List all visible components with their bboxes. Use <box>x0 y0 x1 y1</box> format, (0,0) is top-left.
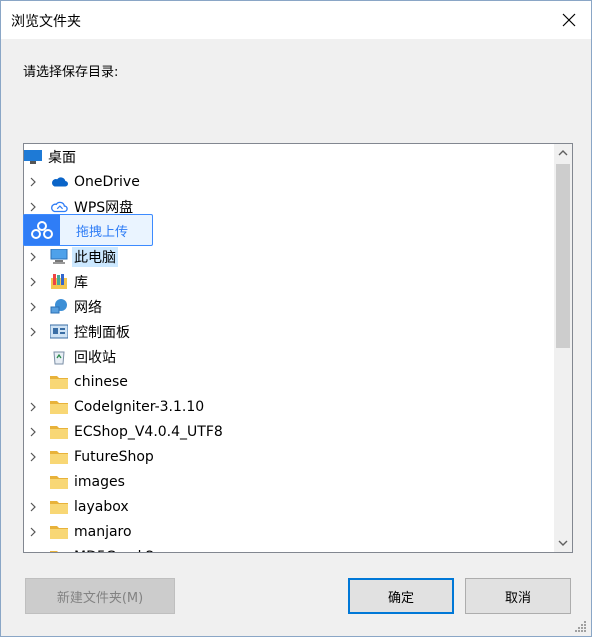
browse-folder-dialog: 浏览文件夹 请选择保存目录: 桌面 OneDrive WPS网盘 此电脑库网络 控制面板… <box>0 0 592 637</box>
desktop-icon <box>24 149 42 165</box>
chevron-right-icon[interactable] <box>28 425 38 439</box>
folder-icon <box>50 474 68 490</box>
tree-item[interactable]: MD5Crack2 <box>24 544 554 553</box>
wps-cloud-badge <box>24 215 60 245</box>
tree-item[interactable]: images <box>24 469 554 494</box>
tree-item[interactable]: manjaro <box>24 519 554 544</box>
chevron-right-icon[interactable] <box>28 300 38 314</box>
recycle-bin-icon <box>50 349 68 365</box>
close-button[interactable] <box>555 7 583 33</box>
tree-item-label: chinese <box>74 373 128 390</box>
tree-item[interactable]: 此电脑 <box>24 244 554 269</box>
drag-upload-label: 拖拽上传 <box>76 224 129 240</box>
scroll-up-button[interactable] <box>554 144 572 162</box>
tree-item-label: 库 <box>74 274 88 291</box>
folder-icon <box>50 374 68 390</box>
chevron-right-icon[interactable] <box>28 200 38 214</box>
folder-tree[interactable]: 桌面 OneDrive WPS网盘 此电脑库网络 控制面板 回收站 chinese CodeI… <box>23 143 573 553</box>
library-icon <box>50 274 68 290</box>
prompt-label: 请选择保存目录: <box>23 65 119 80</box>
tree-item[interactable]: CodeIgniter-3.1.10 <box>24 394 554 419</box>
folder-icon <box>50 524 68 540</box>
tree-item[interactable]: 回收站 <box>24 344 554 369</box>
wps-cloud-icon <box>50 199 68 215</box>
chevron-right-icon[interactable] <box>28 175 38 189</box>
folder-icon <box>50 449 68 465</box>
chevron-right-icon[interactable] <box>28 450 38 464</box>
network-icon <box>50 299 68 315</box>
chevron-up-icon <box>558 150 568 156</box>
tree-item-label: MD5Crack2 <box>74 549 155 553</box>
vertical-scrollbar[interactable] <box>554 144 572 552</box>
tree-item-label: manjaro <box>74 523 132 540</box>
chevron-right-icon[interactable] <box>28 500 38 514</box>
tree-item-label: 网络 <box>74 299 102 316</box>
new-folder-button[interactable]: 新建文件夹(M) <box>25 578 175 614</box>
cancel-button[interactable]: 取消 <box>465 578 571 614</box>
tree-item-label: 桌面 <box>48 149 76 166</box>
chevron-down-icon <box>558 540 568 546</box>
tree-item[interactable]: 控制面板 <box>24 319 554 344</box>
wps-link-icon <box>31 221 53 239</box>
close-icon <box>562 13 576 27</box>
tree-item-label: ECShop_V4.0.4_UTF8 <box>74 423 223 440</box>
tree-item-label: 回收站 <box>74 349 116 366</box>
tree-item[interactable]: chinese <box>24 369 554 394</box>
chevron-right-icon[interactable] <box>28 275 38 289</box>
tree-item[interactable]: 库 <box>24 269 554 294</box>
ok-button[interactable]: 确定 <box>348 578 454 614</box>
tree-item-label: OneDrive <box>74 173 140 190</box>
chevron-right-icon[interactable] <box>28 550 38 553</box>
folder-tree-rows: 桌面 OneDrive WPS网盘 此电脑库网络 控制面板 回收站 chinese CodeI… <box>24 144 554 552</box>
tree-item[interactable]: ECShop_V4.0.4_UTF8 <box>24 419 554 444</box>
folder-icon <box>50 549 68 552</box>
folder-icon <box>50 499 68 515</box>
chevron-right-icon[interactable] <box>28 525 38 539</box>
tree-item-label: CodeIgniter-3.1.10 <box>74 398 205 415</box>
tree-item-label: 控制面板 <box>74 324 130 341</box>
folder-icon <box>50 424 68 440</box>
chevron-right-icon[interactable] <box>28 400 38 414</box>
onedrive-cloud-icon <box>50 174 68 190</box>
tree-item-label: FutureShop <box>74 448 154 465</box>
tree-item-label: layabox <box>74 498 129 515</box>
folder-icon <box>50 399 68 415</box>
tree-item[interactable]: layabox <box>24 494 554 519</box>
dialog-title: 浏览文件夹 <box>11 14 81 30</box>
resize-grip-icon[interactable] <box>575 620 587 632</box>
this-pc-icon <box>50 249 68 265</box>
tree-item-label: 此电脑 <box>72 246 118 267</box>
tree-item[interactable]: 网络 <box>24 294 554 319</box>
tree-item-label: images <box>74 473 125 490</box>
drag-upload-overlay[interactable]: 拖拽上传 <box>23 214 153 246</box>
tree-item[interactable]: 桌面 <box>24 144 554 169</box>
tree-item[interactable]: FutureShop <box>24 444 554 469</box>
scroll-thumb[interactable] <box>556 164 570 348</box>
control-panel-icon <box>50 324 68 340</box>
title-bar: 浏览文件夹 <box>1 1 591 39</box>
scroll-down-button[interactable] <box>554 534 572 552</box>
chevron-right-icon[interactable] <box>28 250 38 264</box>
tree-item[interactable]: OneDrive <box>24 169 554 194</box>
chevron-right-icon[interactable] <box>28 325 38 339</box>
